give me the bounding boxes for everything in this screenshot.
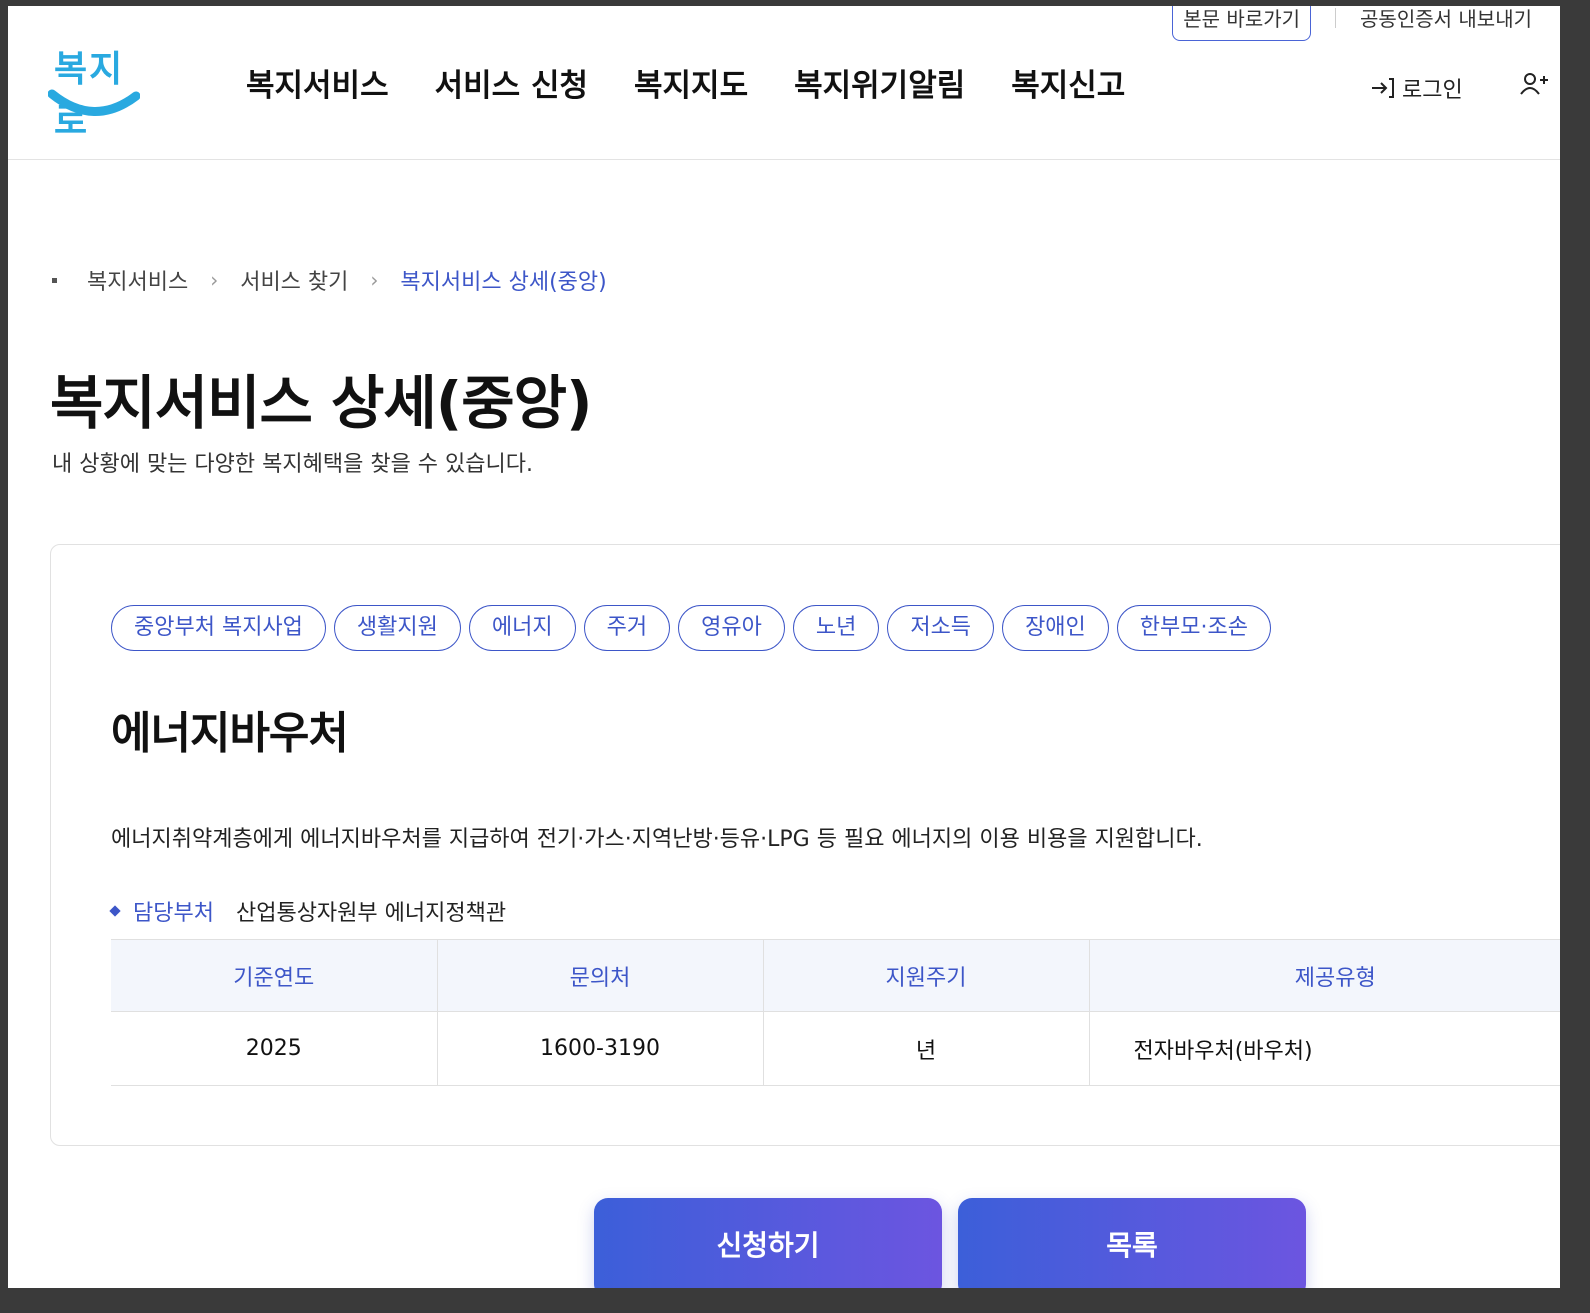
nav-welfare-service[interactable]: 복지서비스 [246, 60, 389, 105]
page-subtitle: 내 상황에 맞는 다양한 복지혜택을 찾을 수 있습니다. [52, 452, 533, 477]
col-support-cycle: 지원주기 [763, 939, 1090, 1012]
table-header-row: 기준연도 문의처 지원주기 제공유형 [111, 939, 1560, 1012]
page-title: 복지서비스 상세(중앙) [50, 369, 592, 437]
utility-bar: 본문 바로가기 공동인증서 내보내기 [1172, 6, 1560, 41]
tag-elderly[interactable]: 노년 [792, 605, 880, 651]
tag-low-income[interactable]: 저소득 [887, 605, 995, 651]
service-info-table: 기준연도 문의처 지원주기 제공유형 2025 1600-3190 년 전자바우… [111, 939, 1560, 1086]
breadcrumb: 복지서비스 › 서비스 찾기 › 복지서비스 상세(중앙) [52, 264, 607, 296]
login-link[interactable]: 로그인 [1370, 72, 1463, 104]
tag-central-ministry[interactable]: 중앙부처 복지사업 [111, 605, 326, 651]
service-description: 에너지취약계층에게 에너지바우처를 지급하여 전기·가스·지역난방·등유·LPG… [111, 827, 1203, 852]
service-detail-card: 중앙부처 복지사업 생활지원 에너지 주거 영유아 노년 저소득 장애인 한부모… [50, 544, 1560, 1146]
breadcrumb-item-welfare[interactable]: 복지서비스 [87, 264, 188, 296]
diamond-bullet-icon [109, 905, 121, 917]
browser-viewport: 복지로 복지서비스 서비스 신청 복지지도 복지위기알림 복지신고 로그인 본문… [8, 6, 1560, 1288]
cell-support-cycle: 년 [763, 1011, 1090, 1086]
tag-energy[interactable]: 에너지 [468, 605, 576, 651]
logo-smile-icon [48, 89, 140, 116]
col-base-year: 기준연도 [111, 939, 438, 1012]
login-arrow-icon [1372, 78, 1394, 98]
category-tags: 중앙부처 복지사업 생활지원 에너지 주거 영유아 노년 저소득 장애인 한부모… [111, 605, 1271, 651]
col-contact: 문의처 [437, 939, 764, 1012]
breadcrumb-item-find[interactable]: 서비스 찾기 [240, 264, 348, 296]
tag-housing[interactable]: 주거 [583, 605, 671, 651]
chevron-right-icon: › [370, 268, 379, 292]
main-nav: 복지서비스 서비스 신청 복지지도 복지위기알림 복지신고 [246, 60, 1125, 105]
nav-crisis-alert[interactable]: 복지위기알림 [794, 60, 965, 105]
tag-infant[interactable]: 영유아 [678, 605, 785, 651]
tag-single-parent[interactable]: 한부모·조손 [1116, 605, 1271, 651]
cell-provision-type: 전자바우처(바우처) [1089, 1011, 1560, 1086]
breadcrumb-home-icon [52, 277, 57, 283]
chevron-right-icon: › [210, 268, 219, 292]
export-certificate-link[interactable]: 공동인증서 내보내기 [1360, 6, 1532, 32]
breadcrumb-item-current: 복지서비스 상세(중앙) [400, 270, 607, 295]
service-title: 에너지바우처 [111, 708, 349, 759]
cell-base-year: 2025 [111, 1011, 438, 1086]
nav-welfare-report[interactable]: 복지신고 [1011, 60, 1125, 105]
tag-living-support[interactable]: 생활지원 [333, 605, 461, 651]
cell-contact: 1600-3190 [437, 1011, 764, 1086]
nav-service-apply[interactable]: 서비스 신청 [435, 60, 588, 105]
login-label: 로그인 [1402, 78, 1463, 103]
action-buttons: 신청하기 목록 [594, 1198, 1306, 1288]
skip-to-content-link[interactable]: 본문 바로가기 [1172, 6, 1312, 41]
site-logo[interactable]: 복지로 [48, 40, 140, 142]
department-value: 산업통상자원부 에너지정책관 [235, 901, 507, 926]
list-button[interactable]: 목록 [958, 1198, 1306, 1288]
department-label: 담당부처 [133, 901, 214, 926]
department-row: 담당부처 산업통상자원부 에너지정책관 [109, 895, 507, 927]
table-row: 2025 1600-3190 년 전자바우처(바우처) [111, 1011, 1560, 1086]
divider [1335, 7, 1337, 28]
tag-disabled[interactable]: 장애인 [1002, 605, 1109, 651]
nav-welfare-map[interactable]: 복지지도 [634, 60, 748, 105]
col-provision-type: 제공유형 [1089, 939, 1560, 1012]
apply-button[interactable]: 신청하기 [594, 1198, 942, 1288]
user-plus-icon[interactable] [1520, 72, 1550, 102]
